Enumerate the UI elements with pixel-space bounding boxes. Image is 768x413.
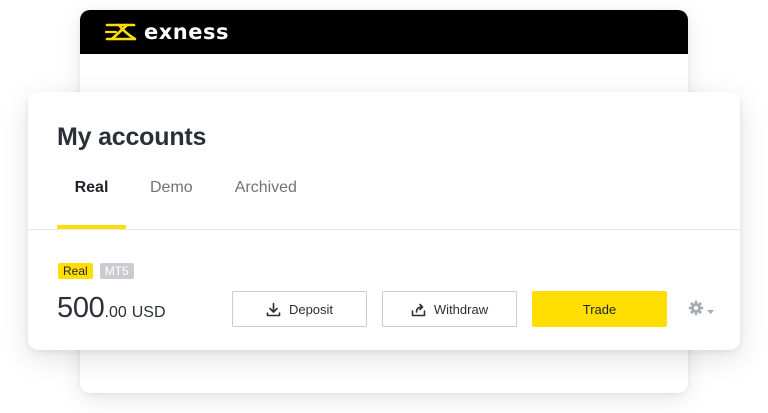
deposit-button[interactable]: Deposit — [232, 291, 367, 327]
balance-decimal: .00 — [104, 304, 127, 321]
account-badges: Real MT5 — [58, 263, 134, 279]
gear-icon — [688, 300, 704, 321]
my-accounts-card: My accounts Real Demo Archived Real MT5 … — [28, 92, 740, 350]
share-icon — [411, 302, 426, 317]
account-tabs: Real Demo Archived — [57, 179, 297, 197]
balance-integer: 500 — [57, 292, 105, 324]
trade-button[interactable]: Trade — [532, 291, 667, 327]
exness-logo-icon — [104, 23, 140, 41]
tab-real[interactable]: Real — [57, 179, 126, 197]
withdraw-button[interactable]: Withdraw — [382, 291, 517, 327]
logo-text: exness — [144, 19, 229, 44]
account-settings-dropdown[interactable] — [688, 300, 714, 321]
exness-logo[interactable]: exness — [104, 19, 229, 44]
account-balance: 500 .00 USD — [57, 292, 166, 325]
deposit-label: Deposit — [288, 301, 334, 317]
withdraw-label: Withdraw — [433, 301, 489, 317]
tab-archived[interactable]: Archived — [235, 179, 297, 197]
page-title: My accounts — [57, 123, 207, 151]
tab-demo[interactable]: Demo — [150, 179, 193, 197]
app-header: exness — [80, 10, 688, 54]
badge-mt5: MT5 — [99, 263, 134, 279]
chevron-down-icon — [707, 302, 714, 320]
tabs-divider — [28, 229, 740, 230]
download-icon — [266, 302, 281, 317]
balance-currency: USD — [131, 304, 166, 321]
badge-real: Real — [58, 263, 93, 279]
